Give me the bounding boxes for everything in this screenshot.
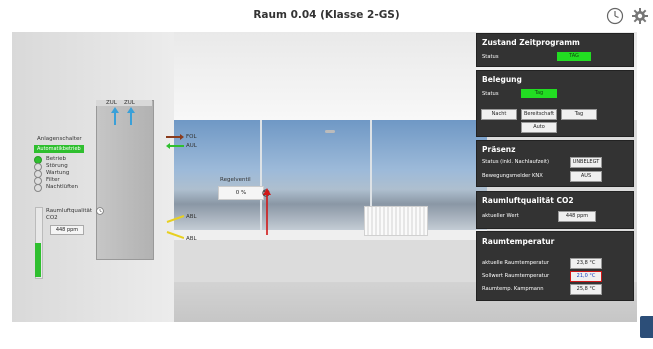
praesenz-status-value: UNBELEGT bbox=[570, 157, 602, 168]
window-frame bbox=[260, 120, 262, 232]
co2-value-display: 448 ppm bbox=[50, 225, 84, 235]
panel-belegung: Belegung Status Tag Nacht Bereitschaft T… bbox=[476, 70, 634, 137]
bewegungsmelder-label: Bewegungsmelder KNX bbox=[482, 173, 543, 179]
radio-wartung: Wartung bbox=[34, 170, 70, 178]
radio-filter: Filter bbox=[34, 177, 60, 185]
tag-button[interactable]: Tag bbox=[561, 109, 597, 120]
aul-label: AUL bbox=[186, 143, 197, 149]
nacht-button[interactable]: Nacht bbox=[481, 109, 517, 120]
zul-label: ZUL bbox=[106, 100, 117, 106]
sollwert-temp-label: Sollwert Raumtemperatur bbox=[482, 273, 550, 279]
kampmann-temp-label: Raumtemp. Kampmann bbox=[482, 286, 544, 292]
zul-arrow-icon bbox=[111, 107, 119, 125]
aul-arrow-icon bbox=[166, 143, 184, 149]
co2-current-label: aktueller Wert bbox=[482, 213, 519, 219]
radio-label: Betrieb bbox=[46, 156, 66, 162]
radio-label: Nachtlüften bbox=[46, 184, 79, 190]
panel-title: Raumluftqualität CO2 bbox=[482, 196, 574, 205]
co2-gauge-fill bbox=[35, 243, 41, 277]
kampmann-temp-value: 25,8 °C bbox=[570, 284, 602, 295]
regelventil-label: Regelventil bbox=[220, 177, 251, 183]
status-dot-icon bbox=[34, 184, 42, 192]
zeitprogramm-status-badge: TAG bbox=[557, 52, 591, 61]
zul-arrow-icon bbox=[127, 107, 135, 125]
co2-label-line: CO2 bbox=[46, 215, 58, 221]
panel-title: Belegung bbox=[482, 75, 522, 84]
panel-title: Zustand Zeitprogramm bbox=[482, 38, 580, 47]
radio-label: Störung bbox=[46, 163, 68, 169]
red-arrow-icon bbox=[263, 188, 271, 235]
radiator bbox=[364, 206, 428, 236]
anlagenschalter-label: Anlagenschalter bbox=[37, 136, 82, 142]
auto-button[interactable]: Auto bbox=[521, 122, 557, 133]
panel-co2: Raumluftqualität CO2 aktueller Wert 448 … bbox=[476, 191, 634, 229]
panel-praesenz: Präsenz Status (inkl. Nachlaufzeit) UNBE… bbox=[476, 140, 634, 187]
clock-icon[interactable] bbox=[606, 7, 624, 25]
radio-betrieb: Betrieb bbox=[34, 156, 66, 164]
praesenz-status-label: Status (inkl. Nachlaufzeit) bbox=[482, 159, 550, 165]
abl-label: ABL bbox=[186, 214, 197, 220]
window-sill bbox=[172, 230, 487, 240]
belegung-status-badge: Tag bbox=[521, 89, 557, 98]
sollwert-temp-input[interactable]: 21,0 °C bbox=[570, 271, 602, 282]
panel-zeitprogramm: Zustand Zeitprogramm Status TAG bbox=[476, 33, 634, 67]
regelventil-value: 0 % bbox=[218, 186, 264, 200]
radio-label: Wartung bbox=[46, 170, 70, 176]
abl-arrow-icon bbox=[166, 231, 184, 239]
radio-stoerung: Störung bbox=[34, 163, 68, 171]
radio-nachtlueften: Nachtlüften bbox=[34, 184, 79, 192]
side-panel-tab[interactable] bbox=[640, 316, 653, 338]
ceiling-lamp bbox=[325, 130, 335, 133]
radio-label: Filter bbox=[46, 177, 60, 183]
zul-label: ZUL bbox=[124, 100, 135, 106]
status-label: Status bbox=[482, 54, 499, 60]
status-label: Status bbox=[482, 91, 499, 97]
info-icon[interactable] bbox=[96, 207, 104, 215]
page-title: Raum 0.04 (Klasse 2-GS) bbox=[253, 9, 400, 21]
panel-temperatur: Raumtemperatur aktuelle Raumtemperatur 2… bbox=[476, 231, 634, 301]
abl-label: ABL bbox=[186, 236, 197, 242]
co2-label-line: Raumluftqualität bbox=[46, 208, 93, 214]
co2-label: Raumluftqualität CO2 bbox=[46, 208, 92, 222]
panel-title: Raumtemperatur bbox=[482, 237, 555, 246]
ventilation-unit[interactable] bbox=[96, 100, 154, 260]
bereitschaft-button[interactable]: Bereitschaft bbox=[521, 109, 557, 120]
aktuelle-temp-label: aktuelle Raumtemperatur bbox=[482, 260, 549, 266]
abl-arrow-icon bbox=[166, 215, 184, 223]
fol-arrow-icon bbox=[166, 134, 184, 140]
window-view bbox=[172, 120, 487, 232]
bewegungsmelder-value: AUS bbox=[570, 171, 602, 182]
gear-icon[interactable] bbox=[631, 7, 649, 25]
mode-badge[interactable]: Automatikbetrieb bbox=[34, 145, 84, 153]
fol-label: FOL bbox=[186, 134, 197, 140]
co2-current-value: 448 ppm bbox=[558, 211, 596, 222]
aktuelle-temp-value: 23,8 °C bbox=[570, 258, 602, 269]
panel-title: Präsenz bbox=[482, 145, 516, 154]
